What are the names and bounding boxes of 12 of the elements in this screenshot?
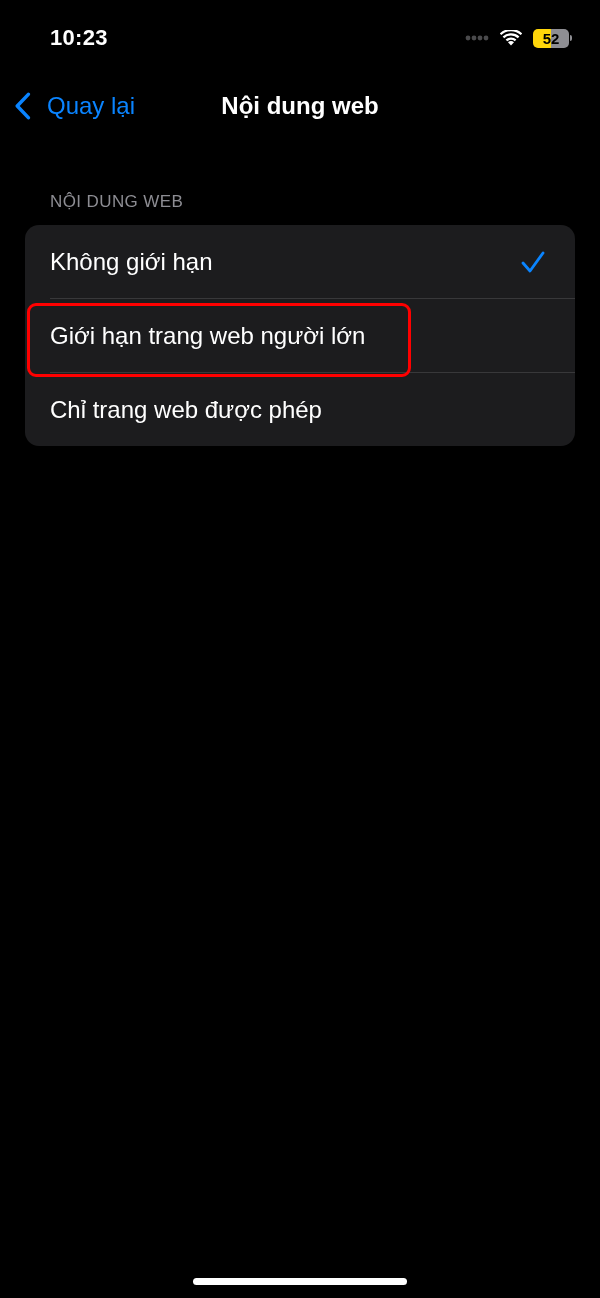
section-header: NỘI DUNG WEB <box>50 192 185 212</box>
list-option[interactable]: Giới hạn trang web người lớn <box>25 299 575 372</box>
list-option[interactable]: Chỉ trang web được phép <box>25 373 575 446</box>
wifi-icon <box>500 30 522 46</box>
list-option[interactable]: Không giới hạn <box>25 225 575 298</box>
chevron-left-icon <box>14 92 31 120</box>
battery-indicator: 52 <box>533 28 572 48</box>
status-time: 10:23 <box>50 25 108 51</box>
cellular-signal-icon <box>465 35 489 41</box>
checkmark-icon <box>521 250 545 273</box>
page-title: Nội dung web <box>221 92 379 120</box>
back-button[interactable]: Quay lại <box>0 92 136 120</box>
